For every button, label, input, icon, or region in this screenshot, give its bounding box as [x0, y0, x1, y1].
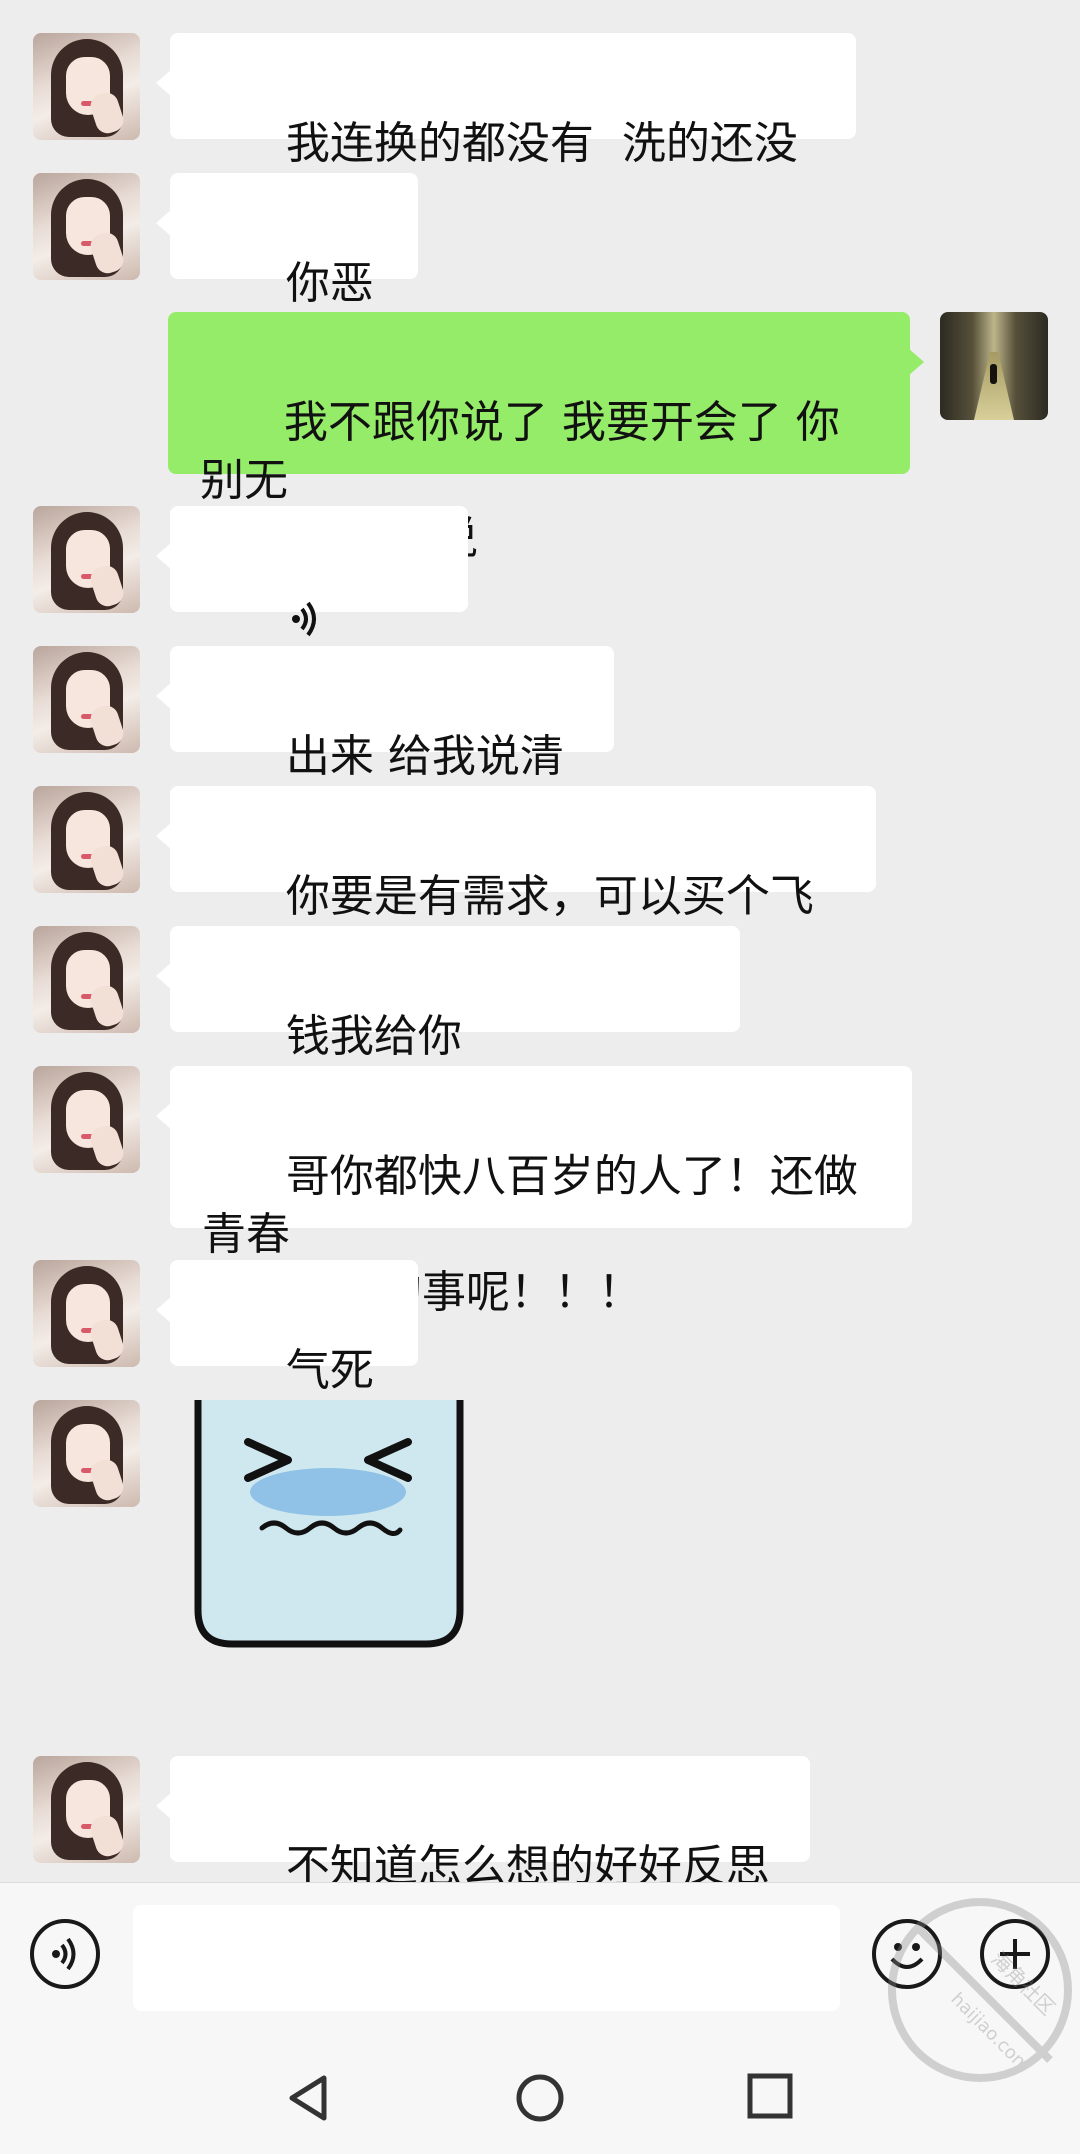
- contact-avatar[interactable]: [33, 173, 140, 280]
- watermark-logo: 海角社区 haijiao.com: [888, 1898, 1072, 2082]
- voice-message-bubble[interactable]: 6": [156, 506, 468, 700]
- message-bubble-outgoing[interactable]: 我不跟你说了 我要开会了 你别无 理取闹 回家说: [168, 312, 924, 564]
- contact-avatar[interactable]: [33, 506, 140, 613]
- message-list[interactable]: 我连换的都没有 洗的还没有干 你恶心不 我不跟你说了 我要开会了 你别无 理取闹…: [0, 0, 1080, 1950]
- contact-avatar[interactable]: [33, 1756, 140, 1863]
- message-input[interactable]: [133, 1905, 840, 2011]
- contact-avatar[interactable]: [33, 1400, 140, 1507]
- chat-screen: 我连换的都没有 洗的还没有干 你恶心不 我不跟你说了 我要开会了 你别无 理取闹…: [0, 0, 1080, 2154]
- contact-avatar[interactable]: [33, 926, 140, 1033]
- message-bubble-incoming[interactable]: 哥你都快八百岁的人了！还做青春 期小孩子的事呢！！！: [156, 1066, 912, 1318]
- message-bubble-incoming[interactable]: 你恶心不: [156, 173, 418, 367]
- contact-avatar[interactable]: [33, 1066, 140, 1173]
- message-bubble-incoming[interactable]: 钱我给你花！！！！！！: [156, 926, 740, 1120]
- square-recents-icon[interactable]: [746, 2072, 794, 2120]
- voice-wave-icon: [291, 601, 316, 637]
- message-bubble-incoming[interactable]: 出来 给我说清楚!: [156, 646, 614, 840]
- message-bubble-incoming[interactable]: 不知道怎么想的好好反思吧: [156, 1756, 810, 1950]
- my-avatar[interactable]: [940, 312, 1048, 420]
- message-bubble-incoming[interactable]: 你要是有需求，可以买个飞机杯: [156, 786, 876, 980]
- crying-face-sticker[interactable]: [190, 1400, 468, 1648]
- message-bubble-incoming[interactable]: 我连换的都没有 洗的还没有干: [156, 33, 856, 227]
- contact-avatar[interactable]: [33, 786, 140, 893]
- contact-avatar[interactable]: [33, 646, 140, 753]
- contact-avatar[interactable]: [33, 1260, 140, 1367]
- message-bubble-incoming[interactable]: 气死我了: [156, 1260, 418, 1454]
- voice-input-icon[interactable]: [30, 1919, 100, 1989]
- triangle-back-icon[interactable]: [284, 2072, 332, 2124]
- contact-avatar[interactable]: [33, 33, 140, 140]
- circle-home-icon[interactable]: [514, 2072, 566, 2124]
